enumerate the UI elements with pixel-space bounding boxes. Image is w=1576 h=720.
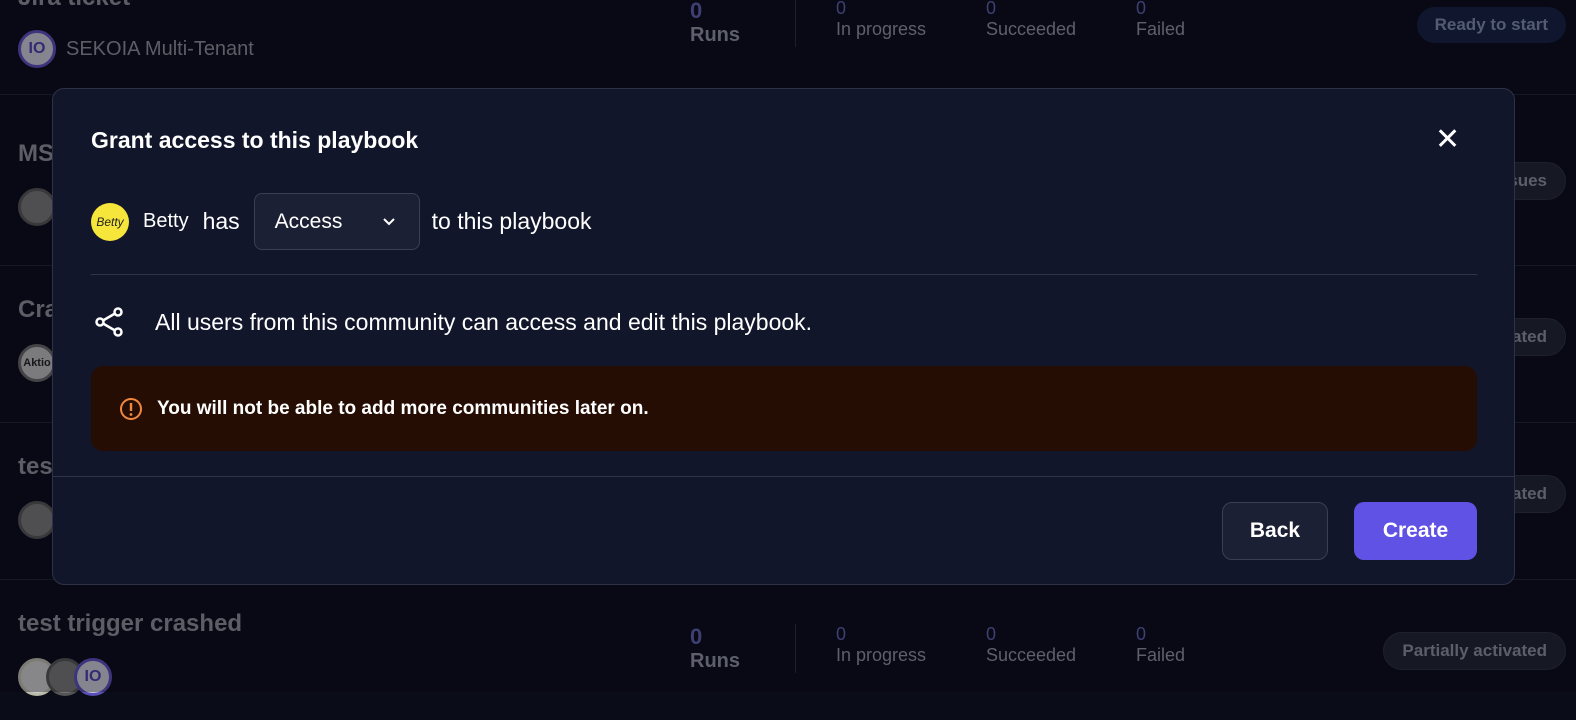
share-text: All users from this community can access… (155, 308, 813, 335)
close-icon[interactable]: ✕ (1435, 125, 1460, 155)
back-button[interactable]: Back (1222, 502, 1328, 560)
create-button[interactable]: Create (1354, 502, 1477, 560)
user-name: Betty (143, 210, 189, 232)
user-avatar: Betty (91, 202, 129, 241)
suffix-label: to this playbook (431, 208, 592, 234)
alert-circle-icon (120, 397, 142, 420)
warning-banner: You will not be able to add more communi… (91, 366, 1477, 451)
divider (91, 274, 1477, 275)
share-icon (95, 307, 123, 337)
warning-text: You will not be able to add more communi… (157, 397, 649, 419)
chevron-down-icon (383, 217, 396, 225)
has-label: has (202, 208, 240, 234)
access-value: Access (274, 209, 343, 233)
grant-access-modal: Grant access to this playbook ✕ Betty Be… (52, 88, 1515, 585)
divider (53, 476, 1514, 477)
access-select[interactable]: Access (253, 193, 420, 250)
modal-title: Grant access to this playbook (91, 127, 419, 153)
